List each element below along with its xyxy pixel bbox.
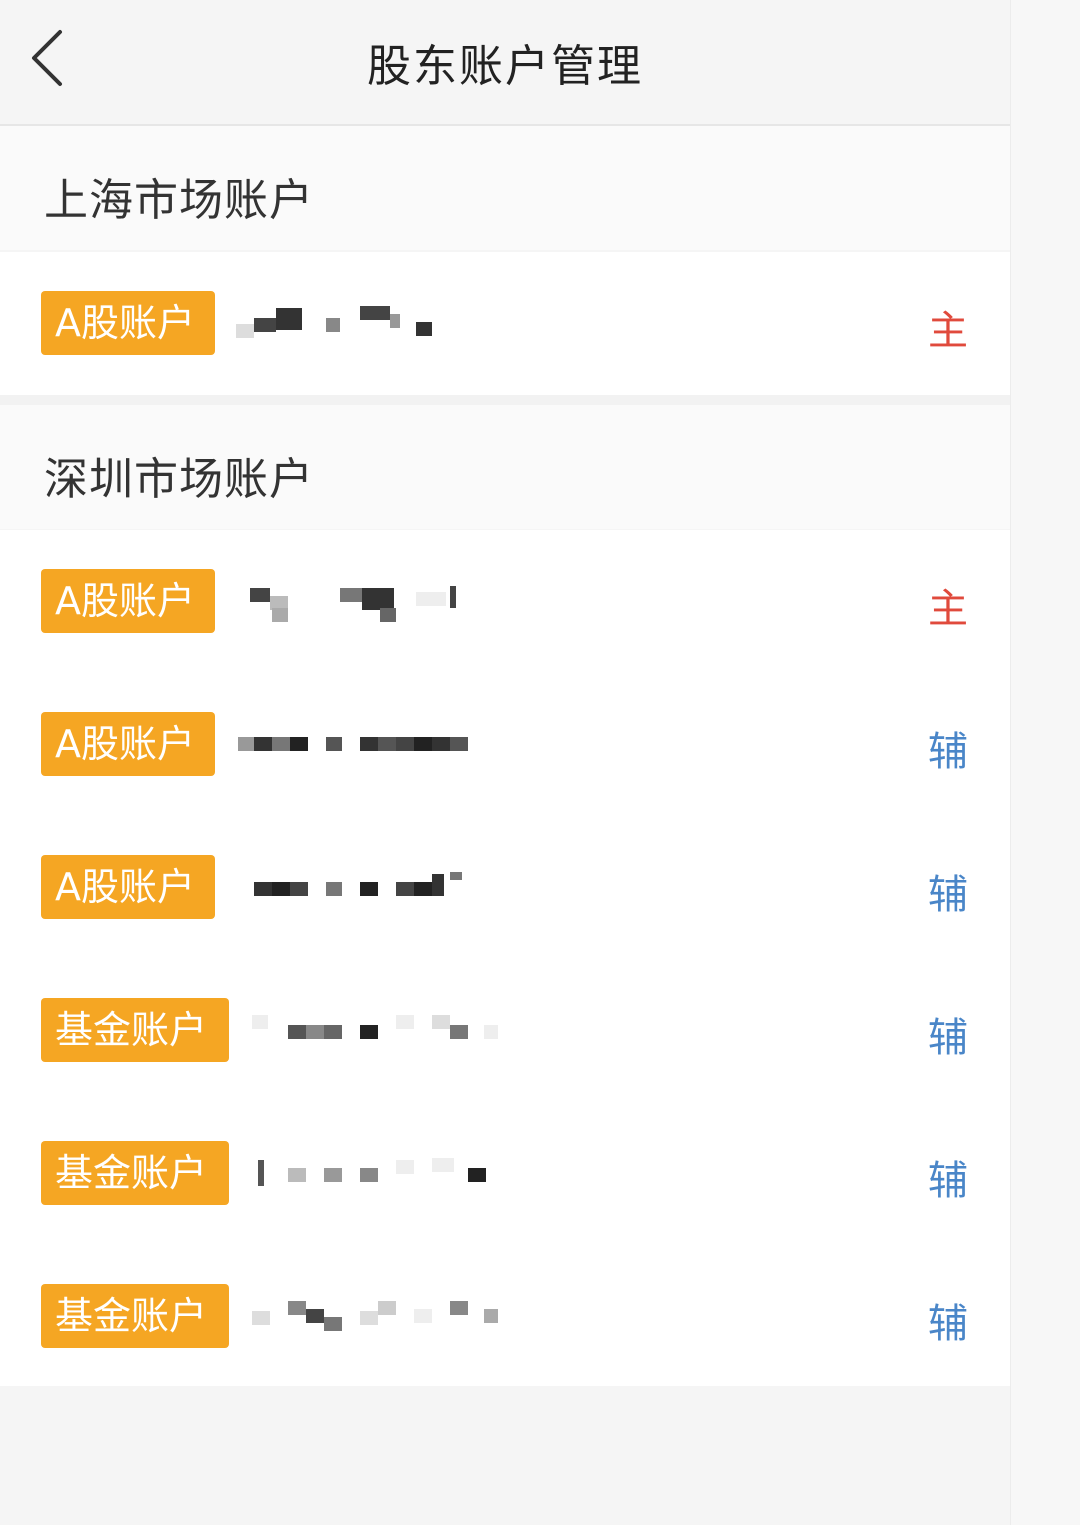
masked-account-number	[252, 1154, 512, 1194]
account-row[interactable]: A股账户 辅	[0, 673, 1010, 816]
page-title: 股东账户管理	[367, 41, 643, 92]
account-type-tag: A股账户	[41, 569, 215, 633]
nav-bar: 股东账户管理	[0, 0, 1010, 126]
shenzhen-accounts-list: A股账户 主 A股账户 辅 A股账户 辅 基金账户 辅 基金账户 辅 基金账户 …	[0, 530, 1010, 1386]
section-header-shanghai: 上海市场账户	[0, 126, 1010, 250]
role-badge: 辅	[928, 872, 968, 918]
role-badge: 主	[928, 308, 968, 354]
masked-account-number	[236, 582, 496, 622]
section-title: 上海市场账户	[44, 175, 314, 226]
account-type-tag: A股账户	[41, 855, 215, 919]
account-type-tag: 基金账户	[41, 1284, 229, 1348]
role-badge: 辅	[928, 1015, 968, 1061]
account-type-tag: 基金账户	[41, 1141, 229, 1205]
section-divider	[0, 395, 1010, 405]
role-badge: 主	[928, 586, 968, 632]
account-type-tag: 基金账户	[41, 998, 229, 1062]
role-badge: 辅	[928, 1158, 968, 1204]
masked-account-number	[236, 868, 496, 908]
role-badge: 辅	[928, 1301, 968, 1347]
account-row[interactable]: A股账户 辅	[0, 816, 1010, 959]
masked-account-number	[252, 1297, 512, 1337]
account-row[interactable]: 基金账户 辅	[0, 1102, 1010, 1245]
account-type-tag: A股账户	[41, 712, 215, 776]
masked-account-number	[252, 1011, 512, 1051]
app-screen: 股东账户管理 上海市场账户 A股账户 主 深圳市场账户 A股账户 主 A股账户 …	[0, 0, 1010, 1525]
account-type-tag: A股账户	[41, 291, 215, 355]
account-row[interactable]: 基金账户 辅	[0, 959, 1010, 1102]
account-row[interactable]: A股账户 主	[0, 252, 1010, 395]
shanghai-accounts-list: A股账户 主	[0, 252, 1010, 395]
side-gutter	[1010, 0, 1080, 1525]
account-row[interactable]: A股账户 主	[0, 530, 1010, 673]
section-header-shenzhen: 深圳市场账户	[0, 405, 1010, 529]
masked-account-number	[236, 304, 496, 344]
masked-account-number	[236, 725, 496, 765]
section-title: 深圳市场账户	[44, 454, 314, 505]
account-row[interactable]: 基金账户 辅	[0, 1245, 1010, 1388]
role-badge: 辅	[928, 729, 968, 775]
